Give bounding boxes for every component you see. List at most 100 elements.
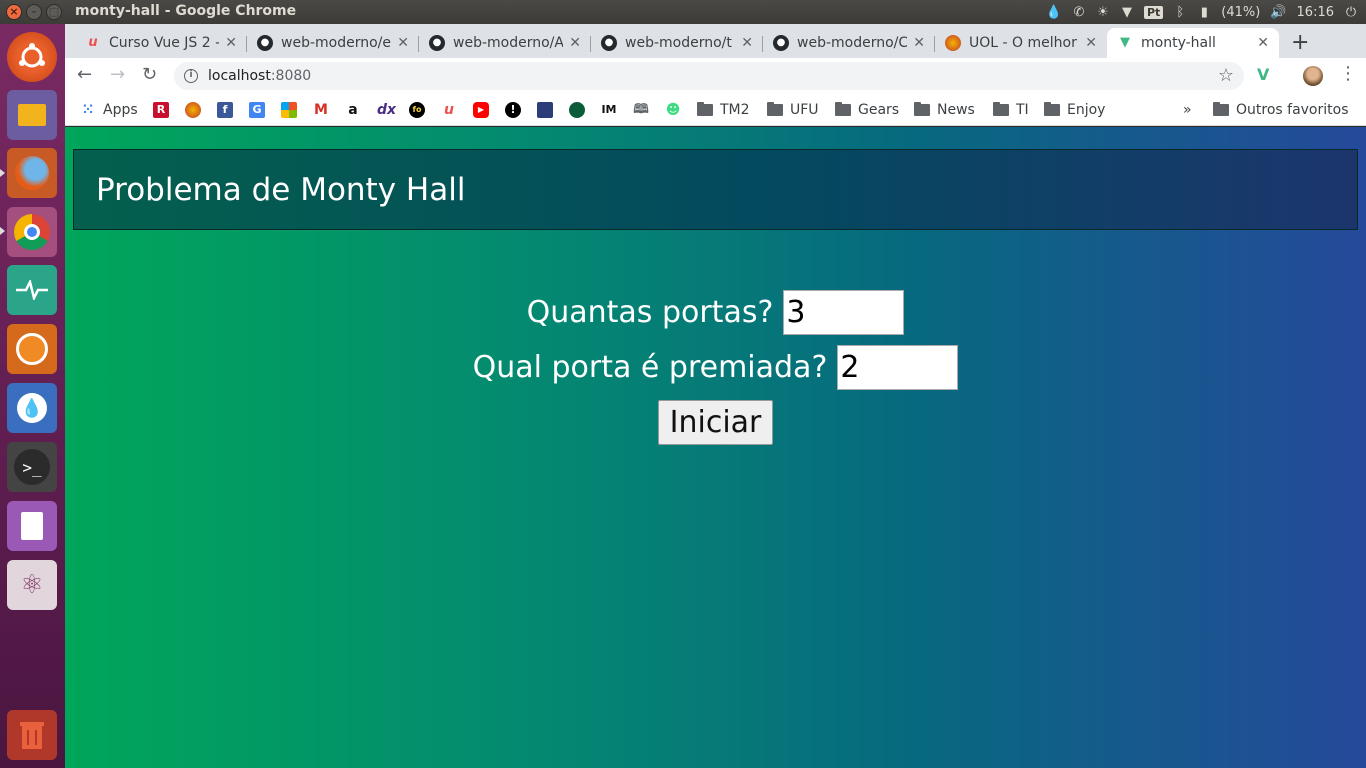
amazon-icon: a xyxy=(348,102,358,118)
terminal-icon[interactable]: >_ xyxy=(7,442,57,492)
volume-icon[interactable]: 🔊 xyxy=(1270,5,1286,20)
browser-toolbar: ← → ↻ i localhost:8080 ☆ V ⋮ xyxy=(65,58,1366,94)
back-icon[interactable]: ← xyxy=(77,64,92,85)
close-icon[interactable]: ✕ xyxy=(741,35,753,51)
bookmark-reader[interactable]: 🕮 xyxy=(633,100,649,120)
clock[interactable]: 16:16 xyxy=(1297,5,1334,20)
url-host: localhost xyxy=(208,68,271,84)
bookmark-other-favorites[interactable]: Outros favoritos xyxy=(1213,100,1349,120)
bookmark-alert[interactable]: ! xyxy=(505,100,521,120)
bookmark-folder-ufu[interactable]: UFU xyxy=(767,100,819,120)
files-icon[interactable] xyxy=(7,90,57,140)
window-close-button[interactable]: × xyxy=(6,4,22,20)
bookmark-folder-ti[interactable]: TI xyxy=(993,100,1029,120)
folder-label: News xyxy=(937,102,975,118)
tab-web-moderno-3[interactable]: ● web-moderno/t ✕ xyxy=(591,28,763,58)
tab-strip: u Curso Vue JS 2 - ✕ ● web-moderno/e ✕ ●… xyxy=(65,24,1366,58)
info-icon[interactable]: i xyxy=(184,69,198,83)
firefox-icon[interactable] xyxy=(7,148,57,198)
dx-icon: dx xyxy=(377,102,397,118)
wifi-icon[interactable]: ▼ xyxy=(1120,5,1134,20)
doors-input[interactable] xyxy=(783,290,905,335)
bookmark-im[interactable]: IM xyxy=(601,100,617,120)
avatar[interactable] xyxy=(1303,66,1323,86)
close-icon[interactable]: ✕ xyxy=(225,35,237,51)
page-title: Problema de Monty Hall xyxy=(96,171,466,208)
bookmark-folder-enjoy[interactable]: Enjoy xyxy=(1044,100,1105,120)
folder-label: TI xyxy=(1016,102,1029,118)
system-monitor-icon[interactable] xyxy=(7,265,57,315)
telegram-icon[interactable]: ✆ xyxy=(1072,5,1086,20)
window-minimize-button[interactable]: – xyxy=(26,4,42,20)
power-icon[interactable]: ⏻ xyxy=(1344,5,1358,20)
close-icon[interactable]: ✕ xyxy=(1085,35,1097,51)
battery-icon[interactable]: ▮ xyxy=(1197,5,1211,20)
exclamation-icon: ! xyxy=(505,102,521,118)
prize-input[interactable] xyxy=(837,345,959,390)
bookmark-label: Apps xyxy=(103,102,138,118)
close-icon[interactable]: ✕ xyxy=(569,35,581,51)
bookmark-folder-gears[interactable]: Gears xyxy=(835,100,899,120)
window-maximize-button[interactable]: □ xyxy=(46,4,62,20)
bookmark-android[interactable]: ☻ xyxy=(665,100,681,120)
reload-icon[interactable]: ↻ xyxy=(142,64,157,85)
address-bar[interactable]: i localhost:8080 ☆ xyxy=(174,62,1244,90)
atom-icon[interactable]: ⚛ xyxy=(7,560,57,610)
tab-title: web-moderno/A xyxy=(453,35,564,51)
window-controls: × – □ xyxy=(6,4,62,20)
bookmark-site-blue[interactable] xyxy=(537,100,553,120)
uol-icon xyxy=(185,102,201,118)
folder-icon xyxy=(767,102,783,116)
dropbox-icon[interactable]: 💧 xyxy=(1046,5,1062,20)
vue-devtools-icon[interactable]: V xyxy=(1257,65,1269,84)
keyboard-layout[interactable]: Pt xyxy=(1143,5,1164,19)
bookmark-folder-news[interactable]: News xyxy=(914,100,975,120)
window-title: monty-hall - Google Chrome xyxy=(75,3,297,19)
bookmark-youtube[interactable]: ▶ xyxy=(473,100,489,120)
chrome-icon[interactable] xyxy=(7,207,57,257)
text-editor-icon[interactable] xyxy=(7,501,57,551)
folder-label: TM2 xyxy=(720,102,750,118)
bookmarks-overflow-button[interactable]: » xyxy=(1183,100,1192,120)
close-icon[interactable]: ✕ xyxy=(913,35,925,51)
brightness-icon[interactable]: ☀ xyxy=(1096,5,1110,20)
bookmark-facebook[interactable]: f xyxy=(217,100,233,120)
bookmark-site-green[interactable] xyxy=(569,100,585,120)
close-icon[interactable]: ✕ xyxy=(1257,35,1269,51)
site-icon xyxy=(569,102,585,118)
bookmark-star-icon[interactable]: ☆ xyxy=(1218,65,1234,86)
tab-monty-hall[interactable]: ▼ monty-hall ✕ xyxy=(1107,28,1279,58)
tab-web-moderno-4[interactable]: ● web-moderno/C ✕ xyxy=(763,28,935,58)
start-button[interactable]: Iniciar xyxy=(658,400,773,445)
bookmark-uol[interactable] xyxy=(185,100,201,120)
tab-web-moderno-2[interactable]: ● web-moderno/A ✕ xyxy=(419,28,591,58)
bookmark-gmail[interactable]: M xyxy=(313,100,329,120)
tab-web-moderno-1[interactable]: ● web-moderno/e ✕ xyxy=(247,28,419,58)
trash-icon[interactable] xyxy=(7,710,57,760)
im-icon: IM xyxy=(601,103,617,116)
tab-uol[interactable]: UOL - O melhor ✕ xyxy=(935,28,1107,58)
github-icon: ● xyxy=(773,35,789,51)
drop-icon[interactable]: 💧 xyxy=(7,383,57,433)
close-icon[interactable]: ✕ xyxy=(397,35,409,51)
menu-icon[interactable]: ⋮ xyxy=(1339,63,1357,84)
bluetooth-icon[interactable]: ᛒ xyxy=(1173,5,1187,20)
bookmark-dx[interactable]: dx xyxy=(377,100,397,120)
new-tab-button[interactable]: + xyxy=(1291,30,1309,55)
tab-curso-vue[interactable]: u Curso Vue JS 2 - ✕ xyxy=(75,28,247,58)
bookmark-office[interactable] xyxy=(281,100,297,120)
ubuntu-dash-icon[interactable] xyxy=(7,32,57,82)
bookmark-apps[interactable]: ⁙ Apps xyxy=(80,100,138,120)
bookmark-fo[interactable]: fo xyxy=(409,100,425,120)
sublime-icon[interactable] xyxy=(7,324,57,374)
bookmark-amazon[interactable]: a xyxy=(345,100,361,120)
launcher: 💧 >_ ⚛ xyxy=(0,24,65,768)
youtube-icon: ▶ xyxy=(473,102,489,118)
bookmark-folder-tm2[interactable]: TM2 xyxy=(697,100,750,120)
prize-label: Qual porta é premiada? xyxy=(472,350,828,385)
r-icon: R xyxy=(153,102,169,118)
bookmark-translate[interactable]: G xyxy=(249,100,265,120)
bookmark-r[interactable]: R xyxy=(153,100,169,120)
forward-icon[interactable]: → xyxy=(110,64,125,85)
bookmark-udemy[interactable]: u xyxy=(441,100,457,120)
